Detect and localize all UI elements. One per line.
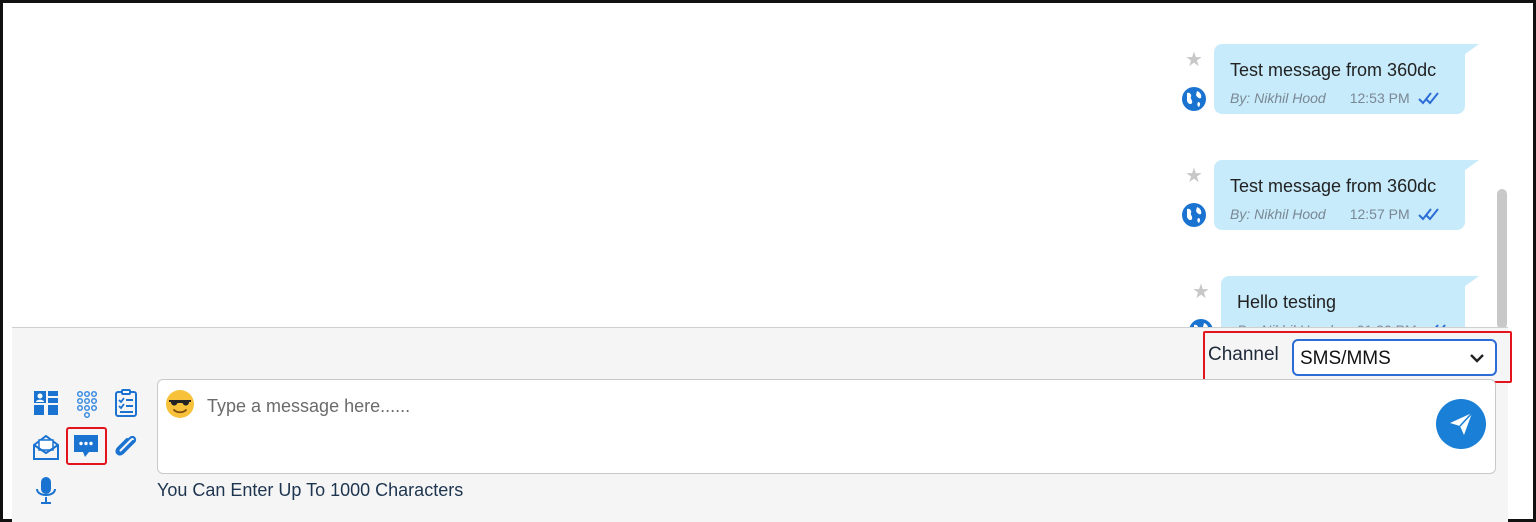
double-check-icon — [1417, 92, 1439, 105]
channel-selected-value: SMS/MMS — [1300, 348, 1391, 369]
message-text: Hello testing — [1237, 292, 1337, 312]
message-input[interactable] — [157, 379, 1496, 474]
microphone-icon[interactable] — [31, 475, 61, 505]
message-bubble: Test message from 360dc By: Nikhil Hood … — [1214, 44, 1479, 114]
chevron-down-icon — [1470, 354, 1484, 363]
message-author: By: Nikhil Hood — [1230, 206, 1326, 222]
checklist-icon[interactable] — [111, 388, 141, 418]
message-thread[interactable]: ★ Test message from 360dc By: Nikhil Hoo… — [15, 6, 1511, 331]
open-envelope-icon[interactable] — [31, 432, 61, 462]
thread-scrollbar[interactable] — [1497, 189, 1507, 329]
send-icon — [1450, 412, 1473, 435]
message-text: Test message from 360dc — [1230, 176, 1437, 196]
message-bubble: Hello testing By: Nikhil Hood 01:30 PM — [1221, 276, 1479, 331]
message-text: Test message from 360dc — [1230, 60, 1437, 80]
globe-icon — [1182, 87, 1206, 111]
dialpad-icon[interactable] — [72, 388, 102, 418]
sms-tool-highlight — [66, 427, 107, 465]
message-placeholder: Type a message here...... — [207, 396, 411, 416]
contact-card-icon[interactable] — [31, 388, 61, 418]
character-limit-hint: You Can Enter Up To 1000 Characters — [157, 480, 464, 500]
message-item: ★ Test message from 360dc By: Nikhil Hoo… — [1181, 160, 1481, 230]
message-item: ★ Test message from 360dc By: Nikhil Hoo… — [1181, 44, 1481, 114]
paperclip-icon[interactable] — [111, 432, 141, 462]
channel-label: Channel — [1208, 344, 1279, 365]
message-author: By: Nikhil Hood — [1230, 90, 1326, 106]
send-button[interactable] — [1436, 399, 1486, 449]
star-icon[interactable]: ★ — [1185, 166, 1205, 186]
globe-icon — [1182, 203, 1206, 227]
message-time: 12:57 PM — [1349, 206, 1410, 222]
message-item: ★ Hello testing By: Nikhil Hood 01:30 PM — [1188, 276, 1488, 331]
star-icon[interactable]: ★ — [1192, 282, 1212, 302]
star-icon[interactable]: ★ — [1185, 50, 1205, 70]
message-bubble: Test message from 360dc By: Nikhil Hood … — [1214, 160, 1479, 230]
double-check-icon — [1417, 208, 1439, 221]
channel-select[interactable]: SMS/MMS — [1292, 339, 1497, 376]
message-time: 12:53 PM — [1349, 90, 1410, 106]
sunglasses-emoji-icon[interactable] — [165, 389, 195, 419]
